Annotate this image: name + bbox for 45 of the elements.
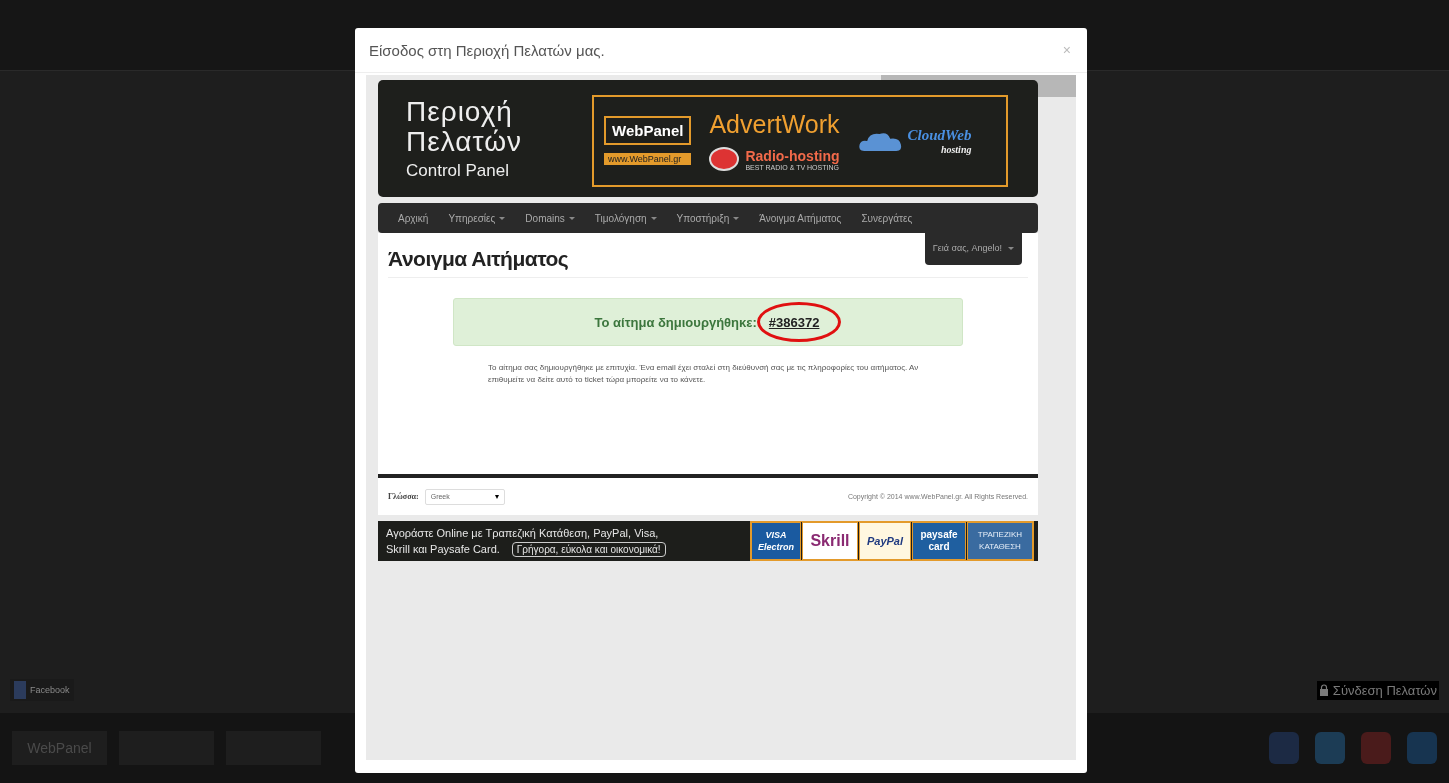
nav-item[interactable]: Domains xyxy=(515,212,585,224)
caret-icon xyxy=(499,216,506,220)
message-text: Το αίτημα σας δημιουργήθηκε με επιτυχία. Ένα email έχει σταλεί στη διεύθυνσή σας με τις πληροφορίες του αιτήματος. Αν επιθυμείτε να δείτε αυτό το ticket τώρα μπορείτε να το κάνετε. xyxy=(488,362,920,386)
advertwork-logo: AdvertWork xyxy=(709,110,840,139)
payment-logo: paysafe card xyxy=(912,522,966,560)
nav-item[interactable]: Υπηρεσίες xyxy=(438,212,516,224)
social-icon[interactable] xyxy=(1315,732,1345,764)
dropdown-arrow-icon xyxy=(494,494,499,499)
facebook-badge[interactable]: Facebook xyxy=(10,679,74,701)
user-menu-button[interactable]: Γειά σας, Angelo! xyxy=(924,231,1022,265)
payment-logo: Skrill xyxy=(802,522,858,560)
cloudweb-tagline: hosting xyxy=(940,143,972,155)
nav-item[interactable]: Υποστήριξη xyxy=(666,212,750,224)
modal-title: Είσοδος στη Περιοχή Πελατών μας. xyxy=(369,41,605,59)
social-icon[interactable] xyxy=(1407,732,1437,764)
nav-item[interactable]: Συνεργάτες xyxy=(851,212,923,224)
facebook-icon xyxy=(14,681,26,699)
banner-title: Πελατών xyxy=(406,126,523,157)
payment-logo: VISA Electron xyxy=(751,522,801,560)
caret-icon xyxy=(1008,246,1014,250)
slogan-badge: Γρήγορα, εύκολα και οικονομικά! xyxy=(511,541,666,557)
payment-logo: ΤΡΑΠΕΖΙΚΗ ΚΑΤΑΘΕΣΗ xyxy=(967,522,1033,560)
banner-title: Περιοχή xyxy=(406,96,514,127)
payment-text: Skrill και Paysafe Card. xyxy=(386,542,500,556)
ticket-link[interactable]: #386372 xyxy=(766,315,822,330)
webpanel-url[interactable]: www.WebPanel.gr xyxy=(604,153,692,165)
caret-icon xyxy=(733,216,740,220)
payment-text: Αγοράστε Online με Τραπεζική Κατάθεση, PayPal, Visa, xyxy=(386,525,660,540)
lock-icon xyxy=(1318,684,1329,696)
nav-item[interactable]: Τιμολόγηση xyxy=(584,212,667,224)
facebook-label: Facebook xyxy=(30,685,70,695)
alert-text: Το αίτημα δημιουργήθηκε: xyxy=(594,314,757,330)
payment-logo: PayPal xyxy=(859,522,911,560)
social-icon[interactable] xyxy=(1269,732,1299,764)
radio-logo-icon xyxy=(709,147,740,171)
nav-item[interactable]: Αρχική xyxy=(388,212,439,224)
social-icon[interactable] xyxy=(1361,732,1391,764)
caret-icon xyxy=(568,216,575,220)
webpanel-logo: WebPanel xyxy=(604,116,692,145)
cloudweb-logo: CloudWeb xyxy=(907,126,972,144)
banner-subtitle: Control Panel xyxy=(406,160,510,181)
nav-item[interactable]: Άνοιγμα Αιτήματος xyxy=(749,212,852,224)
radio-hosting-logo: Radio-hosting xyxy=(745,147,840,164)
language-label: Γλώσσα: xyxy=(388,492,419,501)
caret-icon xyxy=(650,216,657,220)
